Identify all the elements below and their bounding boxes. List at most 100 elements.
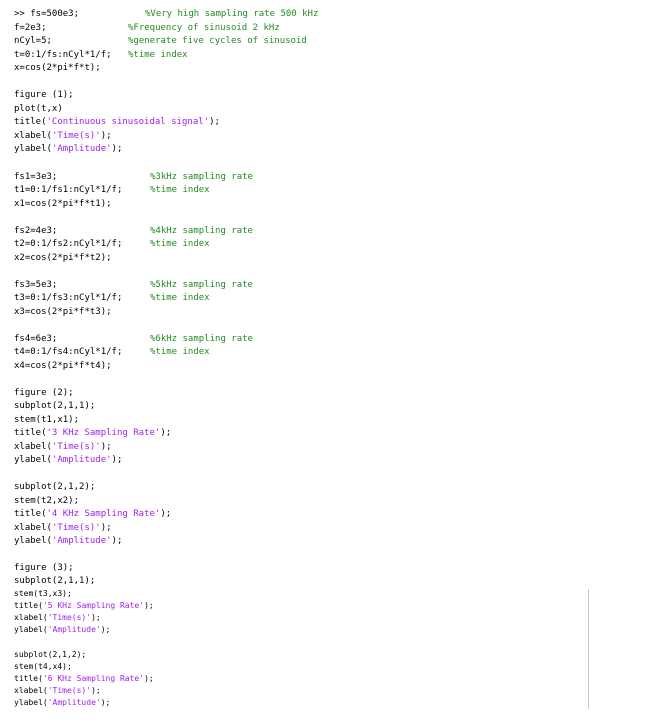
- code-tail: );: [111, 455, 123, 465]
- string-literal: 'Time(s)': [47, 613, 92, 622]
- code-text: subplot(2,1,1);: [14, 576, 96, 586]
- code-text: ylabel(: [14, 536, 52, 546]
- code-line: >> fs=500e3; %Very high sampling rate 500…: [14, 8, 318, 21]
- string-literal: 'Amplitude': [51, 144, 112, 154]
- code-line: xlabel('Time(s)');: [14, 522, 112, 535]
- code-comment: %time index: [128, 50, 188, 60]
- code-tail: );: [160, 509, 172, 519]
- code-comment: %3kHz sampling rate: [150, 172, 253, 182]
- code-text: subplot(2,1,2);: [14, 650, 87, 659]
- code-line: fs1=3e3; %3kHz sampling rate: [14, 171, 253, 184]
- code-text: title(: [14, 428, 47, 438]
- code-text: x3=cos(2*pi*f*t3);: [14, 307, 112, 317]
- code-text: stem(t2,x2);: [14, 496, 80, 506]
- code-line: ylabel('Amplitude');: [14, 697, 110, 709]
- code-line: xlabel('Time(s)');: [14, 130, 112, 143]
- code-text: f=2e3;: [14, 23, 47, 33]
- code-comment: %4kHz sampling rate: [150, 226, 253, 236]
- code-line: figure (1);: [14, 89, 74, 102]
- code-comment: %Frequency of sinusoid 2 kHz: [128, 23, 280, 33]
- code-text: x4=cos(2*pi*f*t4);: [14, 361, 112, 371]
- code-line: title('4 KHz Sampling Rate');: [14, 508, 171, 521]
- code-text: title(: [14, 509, 47, 519]
- code-text: title(: [14, 601, 43, 610]
- code-line: fs4=6e3; %6kHz sampling rate: [14, 333, 253, 346]
- code-text: t1=0:1/fs1:nCyl*1/f;: [14, 185, 123, 195]
- code-text: t3=0:1/fs3:nCyl*1/f;: [14, 293, 123, 303]
- code-text: xlabel(: [14, 613, 48, 622]
- code-text: ylabel(: [14, 625, 48, 634]
- code-text: stem(t1,x1);: [14, 415, 80, 425]
- code-comment: %time index: [150, 239, 210, 249]
- code-line: nCyl=5; %generate five cycles of sinusoid: [14, 35, 307, 48]
- code-text: t2=0:1/fs2:nCyl*1/f;: [14, 239, 123, 249]
- code-line: stem(t4,x4);: [14, 661, 72, 673]
- code-tail: );: [100, 625, 111, 634]
- code-text: x1=cos(2*pi*f*t1);: [14, 199, 112, 209]
- code-tail: );: [91, 613, 101, 622]
- code-tail: );: [111, 144, 123, 154]
- code-line: subplot(2,1,1);: [14, 400, 95, 413]
- code-line: t1=0:1/fs1:nCyl*1/f; %time index: [14, 184, 210, 197]
- code-line: t4=0:1/fs4:nCyl*1/f; %time index: [14, 346, 210, 359]
- code-text: fs2=4e3;: [14, 226, 58, 236]
- string-literal: '4 KHz Sampling Rate': [46, 509, 161, 519]
- code-line: title('3 KHz Sampling Rate');: [14, 427, 171, 440]
- code-text: ylabel(: [14, 698, 48, 707]
- code-line: ylabel('Amplitude');: [14, 535, 122, 548]
- code-line: subplot(2,1,1);: [14, 575, 95, 588]
- code-text: t=0:1/fs:nCyl*1/f;: [14, 50, 112, 60]
- code-line: x1=cos(2*pi*f*t1);: [14, 198, 112, 211]
- code-line: figure (2);: [14, 387, 74, 400]
- string-literal: 'Amplitude': [47, 698, 101, 707]
- code-text: figure (1);: [14, 90, 74, 100]
- code-line: ylabel('Amplitude');: [14, 624, 110, 636]
- code-text: xlabel(: [14, 131, 52, 141]
- vertical-divider: [588, 589, 589, 709]
- code-tail: );: [209, 117, 220, 127]
- code-line: title('Continuous sinusoidal signal');: [14, 116, 220, 129]
- code-line: title('5 KHz Sampling Rate');: [14, 600, 154, 612]
- code-text: x2=cos(2*pi*f*t2);: [14, 253, 112, 263]
- string-literal: 'Time(s)': [47, 686, 92, 695]
- string-literal: 'Continuous sinusoidal signal': [46, 117, 210, 127]
- code-line: stem(t1,x1);: [14, 414, 79, 427]
- code-tail: );: [111, 536, 123, 546]
- code-text: title(: [14, 117, 47, 127]
- code-text: xlabel(: [14, 442, 52, 452]
- code-comment: %generate five cycles of sinusoid: [128, 36, 307, 46]
- code-line: stem(t2,x2);: [14, 495, 79, 508]
- code-text: stem(t4,x4);: [14, 662, 72, 671]
- code-comment: %time index: [150, 293, 210, 303]
- code-tail: );: [100, 131, 112, 141]
- code-line: x3=cos(2*pi*f*t3);: [14, 306, 112, 319]
- code-text: subplot(2,1,1);: [14, 401, 96, 411]
- string-literal: 'Amplitude': [51, 536, 112, 546]
- code-tail: );: [91, 686, 101, 695]
- code-tail: );: [100, 442, 112, 452]
- code-text: fs4=6e3;: [14, 334, 58, 344]
- code-line: x4=cos(2*pi*f*t4);: [14, 360, 112, 373]
- code-line: fs3=5e3; %5kHz sampling rate: [14, 279, 253, 292]
- code-comment: %time index: [150, 185, 210, 195]
- code-line: t2=0:1/fs2:nCyl*1/f; %time index: [14, 238, 210, 251]
- string-literal: 'Amplitude': [47, 625, 101, 634]
- code-text: >> fs=500e3;: [14, 9, 80, 19]
- code-text: xlabel(: [14, 686, 48, 695]
- code-text: ylabel(: [14, 144, 52, 154]
- code-text: fs1=3e3;: [14, 172, 58, 182]
- code-line: xlabel('Time(s)');: [14, 685, 101, 697]
- code-line: f=2e3; %Frequency of sinusoid 2 kHz: [14, 22, 280, 35]
- code-comment: %time index: [150, 347, 210, 357]
- code-line: t3=0:1/fs3:nCyl*1/f; %time index: [14, 292, 210, 305]
- code-line: xlabel('Time(s)');: [14, 612, 101, 624]
- code-line: x=cos(2*pi*f*t);: [14, 62, 101, 75]
- string-literal: 'Time(s)': [51, 523, 101, 533]
- code-text: subplot(2,1,2);: [14, 482, 96, 492]
- string-literal: '5 KHz Sampling Rate': [42, 601, 145, 610]
- code-text: figure (2);: [14, 388, 74, 398]
- code-line: x2=cos(2*pi*f*t2);: [14, 252, 112, 265]
- code-line: xlabel('Time(s)');: [14, 441, 112, 454]
- code-line: ylabel('Amplitude');: [14, 143, 122, 156]
- string-literal: '3 KHz Sampling Rate': [46, 428, 161, 438]
